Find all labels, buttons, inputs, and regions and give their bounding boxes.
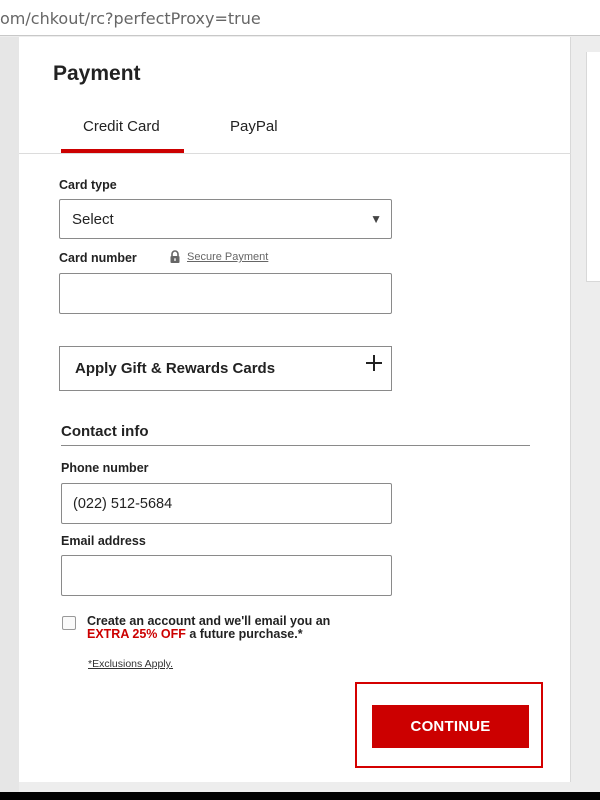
tab-divider (19, 153, 571, 154)
create-account-text: Create an account and we'll email you an… (87, 615, 367, 641)
offer-text-before: Create an account and we'll email you an (87, 614, 331, 628)
offer-text-after: a future purchase.* (189, 627, 303, 641)
url-text[interactable]: om/chkout/rc?perfectProxy=true (0, 9, 261, 28)
bottom-bar (0, 792, 600, 800)
address-bar[interactable]: om/chkout/rc?perfectProxy=true (0, 0, 600, 36)
contact-divider (61, 445, 530, 446)
email-label: Email address (61, 534, 146, 548)
order-summary-panel-edge (586, 52, 600, 282)
phone-label: Phone number (61, 461, 149, 475)
chevron-down-icon: ▼ (370, 212, 382, 226)
continue-button[interactable]: CONTINUE (372, 705, 529, 748)
secure-payment-link[interactable]: Secure Payment (169, 250, 268, 264)
page-title: Payment (53, 62, 141, 85)
exclusions-link[interactable]: *Exclusions Apply. (88, 658, 173, 670)
plus-icon (364, 353, 384, 373)
email-input[interactable] (61, 555, 392, 596)
tab-paypal[interactable]: PayPal (230, 118, 278, 135)
tab-credit-card[interactable]: Credit Card (83, 118, 160, 135)
secure-payment-text: Secure Payment (187, 251, 269, 263)
apply-gift-cards-button[interactable]: Apply Gift & Rewards Cards (59, 346, 392, 391)
card-type-value: Select (72, 211, 114, 228)
card-type-label: Card type (59, 178, 117, 192)
create-account-checkbox[interactable] (62, 616, 76, 630)
lock-icon (170, 250, 180, 263)
card-type-select[interactable]: Select ▼ (59, 199, 392, 239)
card-number-input[interactable] (59, 273, 392, 314)
offer-highlight: EXTRA 25% OFF (87, 627, 186, 641)
contact-info-heading: Contact info (61, 423, 149, 440)
apply-gift-cards-label: Apply Gift & Rewards Cards (75, 360, 276, 377)
left-gutter (0, 37, 19, 792)
payment-card: Payment Credit Card PayPal Card type Sel… (19, 37, 571, 782)
phone-input[interactable]: (022) 512-5684 (61, 483, 392, 524)
phone-value: (022) 512-5684 (73, 496, 173, 512)
card-number-label: Card number (59, 251, 137, 265)
